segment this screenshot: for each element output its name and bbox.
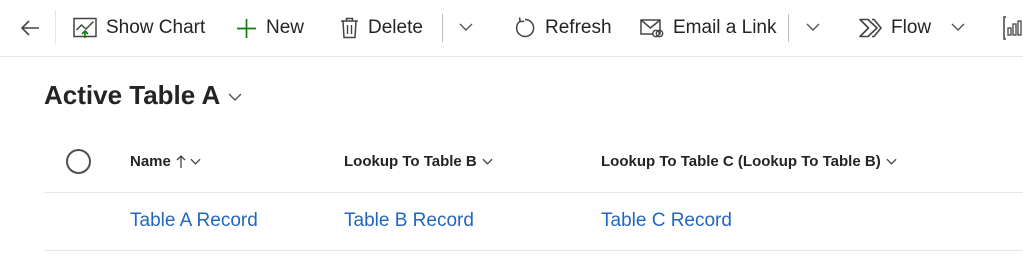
delete-button[interactable]: Delete xyxy=(340,13,423,43)
email-link-label: Email a Link xyxy=(673,17,777,38)
chevron-down-icon xyxy=(482,158,493,165)
show-chart-button[interactable]: Show Chart xyxy=(73,13,205,43)
divider xyxy=(788,14,789,42)
refresh-icon xyxy=(515,17,535,38)
view-title: Active Table A xyxy=(44,80,221,110)
grid-header: Name Lookup To Table B Lookup To Table C… xyxy=(44,134,1023,193)
column-header-label: Lookup To Table B xyxy=(344,153,477,170)
new-button[interactable]: New xyxy=(236,13,304,43)
chevron-down-icon[interactable] xyxy=(459,20,473,34)
show-chart-label: Show Chart xyxy=(106,17,206,38)
plus-icon xyxy=(237,18,256,38)
view-selector[interactable]: Active Table A xyxy=(44,80,242,111)
chart-icon xyxy=(73,17,97,38)
report-icon[interactable] xyxy=(1003,16,1023,40)
record-link-table-c[interactable]: Table C Record xyxy=(601,210,732,232)
column-header-label: Lookup To Table C (Lookup To Table B) xyxy=(601,153,881,170)
back-arrow-icon[interactable] xyxy=(20,19,40,37)
divider xyxy=(55,10,56,44)
column-header-name[interactable]: Name xyxy=(130,153,201,170)
delete-label: Delete xyxy=(368,17,423,38)
email-link-icon xyxy=(640,19,664,38)
command-bar: Show Chart New Delete Refresh Email a Li… xyxy=(0,0,1023,57)
new-label: New xyxy=(266,17,305,38)
column-header-label: Name xyxy=(130,153,171,170)
refresh-label: Refresh xyxy=(545,17,612,38)
email-link-button[interactable]: Email a Link xyxy=(640,13,777,43)
flow-label: Flow xyxy=(891,17,932,38)
sort-ascending-icon xyxy=(176,154,186,168)
record-link-table-a[interactable]: Table A Record xyxy=(130,210,258,232)
chevron-down-icon xyxy=(190,158,201,165)
chevron-down-icon[interactable] xyxy=(806,20,820,34)
chevron-down-icon xyxy=(886,158,897,165)
flow-button[interactable]: Flow xyxy=(858,13,931,43)
column-header-lookup-c[interactable]: Lookup To Table C (Lookup To Table B) xyxy=(601,153,897,170)
divider xyxy=(442,14,443,42)
chevron-down-icon[interactable] xyxy=(951,20,965,34)
record-link-table-b[interactable]: Table B Record xyxy=(344,210,474,232)
refresh-button[interactable]: Refresh xyxy=(514,13,612,43)
flow-icon xyxy=(859,18,882,38)
trash-icon xyxy=(341,17,358,39)
table-row[interactable]: Table A Record Table B Record Table C Re… xyxy=(44,193,1023,251)
column-header-lookup-b[interactable]: Lookup To Table B xyxy=(344,153,493,170)
chevron-down-icon xyxy=(228,93,242,101)
select-all-checkbox[interactable] xyxy=(66,149,91,174)
